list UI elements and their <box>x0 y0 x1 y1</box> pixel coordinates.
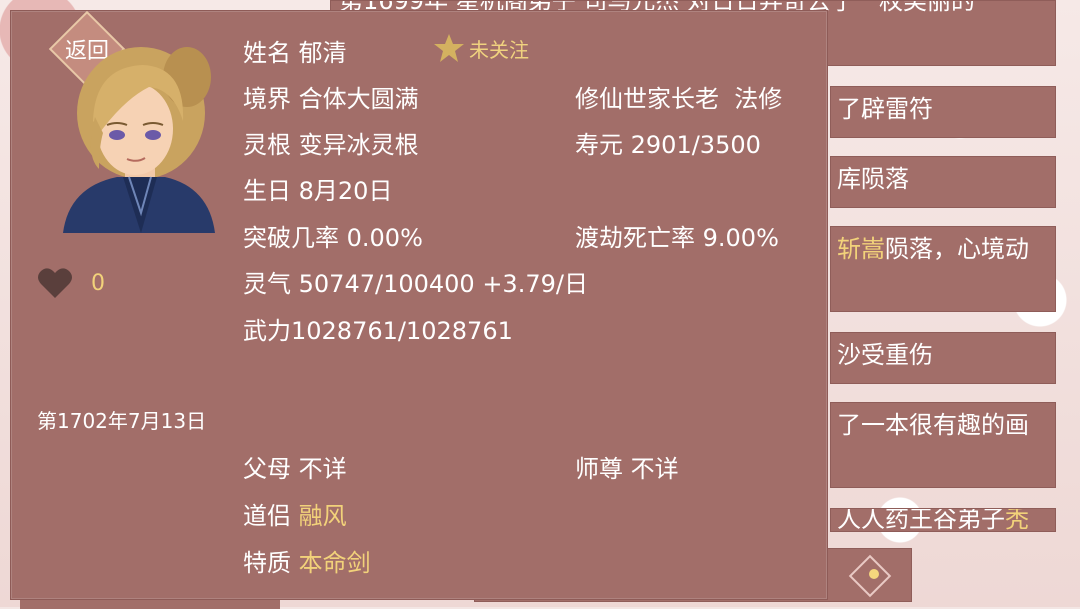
heart-icon[interactable] <box>37 267 73 299</box>
trait-link[interactable]: 本命剑 <box>299 549 371 577</box>
master-field: 师尊 不详 <box>575 455 679 483</box>
partner-field: 道侣 融风 <box>243 502 347 530</box>
log-entry: 人人药王谷弟子秃 <box>830 508 1056 532</box>
partner-link[interactable]: 融风 <box>299 502 347 530</box>
identity-field: 修仙世家长老 法修 <box>575 85 783 113</box>
birthday-field: 生日 8月20日 <box>243 177 393 205</box>
follow-button[interactable]: 未关注 <box>433 31 529 65</box>
log-entry: 了一本很有趣的画 <box>830 402 1056 488</box>
breakthrough-field: 突破几率 0.00% <box>243 224 423 252</box>
character-portrait <box>55 37 219 233</box>
parents-field: 父母 不详 <box>243 455 347 483</box>
current-date: 第1702年7月13日 <box>37 409 207 433</box>
name-field: 姓名 郁清 <box>243 39 347 67</box>
trait-field: 特质 本命剑 <box>243 549 371 577</box>
star-icon <box>434 34 464 62</box>
log-entry: 了辟雷符 <box>830 86 1056 138</box>
spirit-root-field: 灵根 变异冰灵根 <box>243 131 419 159</box>
realm-field: 境界 合体大圆满 <box>243 85 419 113</box>
likes-row: 0 <box>37 263 105 303</box>
tribulation-field: 渡劫死亡率 9.00% <box>575 224 779 252</box>
character-panel: 返回 0 第1702年7月13日 未关注 姓名 郁清 境界 合体大圆满 修仙世家… <box>10 10 828 600</box>
power-field: 武力1028761/1028761 <box>243 317 513 345</box>
qi-field: 灵气 50747/100400 +3.79/日 <box>243 270 588 298</box>
log-entry: 斩嵩陨落，心境动 <box>830 226 1056 312</box>
log-entry: 库陨落 <box>830 156 1056 208</box>
lifespan-field: 寿元 2901/3500 <box>575 131 761 159</box>
follow-label: 未关注 <box>469 37 529 62</box>
dot-icon <box>869 569 879 579</box>
log-entry: 沙受重伤 <box>830 332 1056 384</box>
likes-count: 0 <box>91 270 105 296</box>
